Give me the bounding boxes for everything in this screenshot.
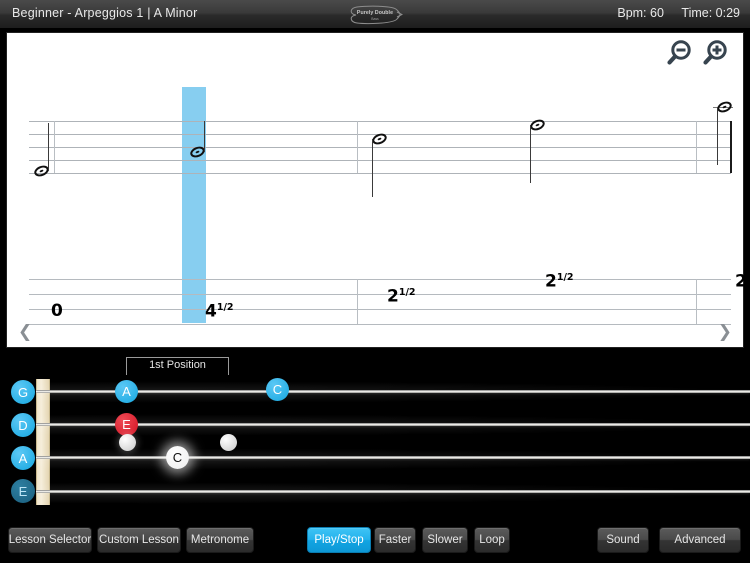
barline bbox=[696, 279, 697, 324]
barline bbox=[696, 121, 697, 173]
marker-label: C bbox=[172, 450, 183, 465]
barline bbox=[357, 121, 358, 173]
bottom-toolbar: Lesson Selector Custom Lesson Metronome … bbox=[0, 518, 750, 563]
tablature-staff: 0 41/2 21/2 21/2 22 bbox=[29, 273, 750, 325]
staff-line bbox=[29, 173, 731, 174]
string-label-text: A bbox=[18, 450, 28, 466]
app-root: Beginner - Arpeggios 1 | A Minor Purely … bbox=[0, 0, 750, 563]
tab-line bbox=[29, 294, 731, 295]
slower-button[interactable]: Slower bbox=[422, 527, 468, 553]
tab-line bbox=[29, 279, 731, 280]
fingerboard-note-marker[interactable]: E bbox=[115, 413, 138, 436]
custom-lesson-button[interactable]: Custom Lesson bbox=[97, 527, 181, 553]
lesson-title: Beginner - Arpeggios 1 | A Minor bbox=[12, 6, 198, 20]
notation-panel[interactable]: 0 41/2 21/2 21/2 22 ❮ ❯ bbox=[6, 32, 750, 348]
barline-end bbox=[730, 121, 732, 173]
tab-number: 22 bbox=[735, 271, 750, 292]
marker-label: A bbox=[122, 384, 131, 399]
position-label: 1st Position bbox=[149, 359, 206, 371]
marker-label: C bbox=[272, 382, 283, 397]
staff-line bbox=[29, 121, 731, 122]
string-label-text: D bbox=[18, 417, 28, 433]
zoom-controls bbox=[665, 39, 729, 67]
tab-line bbox=[29, 309, 731, 310]
status-readout: Bpm: 60 Time: 0:29 bbox=[603, 6, 740, 20]
string-label-e[interactable]: E bbox=[11, 479, 35, 503]
string-label-text: E bbox=[18, 483, 28, 499]
loop-button[interactable]: Loop bbox=[474, 527, 510, 553]
fingerboard-note-marker[interactable]: C bbox=[266, 378, 289, 401]
string-label-g[interactable]: G bbox=[11, 380, 35, 404]
fingerboard-note-marker-active[interactable]: C bbox=[166, 446, 189, 469]
bpm-readout: Bpm: 60 bbox=[617, 6, 664, 20]
string-label-text: G bbox=[17, 384, 29, 400]
scroll-right-arrow[interactable]: ❯ bbox=[718, 322, 732, 342]
barline bbox=[357, 279, 358, 324]
logo-wordmark: Purely Double bbox=[356, 10, 394, 16]
string-g[interactable] bbox=[36, 390, 750, 393]
string-d[interactable] bbox=[36, 423, 750, 426]
marker-label: E bbox=[122, 417, 131, 432]
faster-button[interactable]: Faster bbox=[374, 527, 416, 553]
barline bbox=[54, 121, 55, 173]
advanced-button[interactable]: Advanced bbox=[659, 527, 741, 553]
tab-number: 21/2 bbox=[545, 271, 574, 292]
finger-dot[interactable] bbox=[119, 434, 136, 451]
string-sheen bbox=[36, 482, 750, 504]
time-readout: Time: 0:29 bbox=[681, 6, 740, 20]
sound-button[interactable]: Sound bbox=[597, 527, 649, 553]
title-bar: Beginner - Arpeggios 1 | A Minor Purely … bbox=[0, 0, 750, 29]
play-stop-button[interactable]: Play/Stop bbox=[307, 527, 371, 553]
string-label-a[interactable]: A bbox=[11, 446, 35, 470]
staff-line bbox=[29, 160, 731, 161]
fingerboard-note-marker[interactable]: A bbox=[115, 380, 138, 403]
magnifier-minus-icon[interactable] bbox=[665, 39, 693, 67]
tab-number: 21/2 bbox=[387, 286, 416, 307]
music-staff bbox=[29, 99, 734, 197]
string-label-d[interactable]: D bbox=[11, 413, 35, 437]
scroll-left-arrow[interactable]: ❮ bbox=[18, 322, 32, 342]
magnifier-plus-icon[interactable] bbox=[701, 39, 729, 67]
tab-number: 0 bbox=[51, 301, 63, 321]
finger-dot[interactable] bbox=[220, 434, 237, 451]
string-sheen bbox=[36, 448, 750, 470]
tab-number: 41/2 bbox=[205, 301, 234, 322]
string-e[interactable] bbox=[36, 490, 750, 493]
lesson-selector-button[interactable]: Lesson Selector bbox=[8, 527, 92, 553]
app-logo: Purely Double Bass bbox=[347, 3, 403, 26]
tab-line bbox=[29, 324, 731, 325]
logo-subtext: Bass bbox=[371, 16, 379, 21]
metronome-button[interactable]: Metronome bbox=[186, 527, 254, 553]
string-a[interactable] bbox=[36, 456, 750, 459]
staff-line bbox=[29, 147, 731, 148]
